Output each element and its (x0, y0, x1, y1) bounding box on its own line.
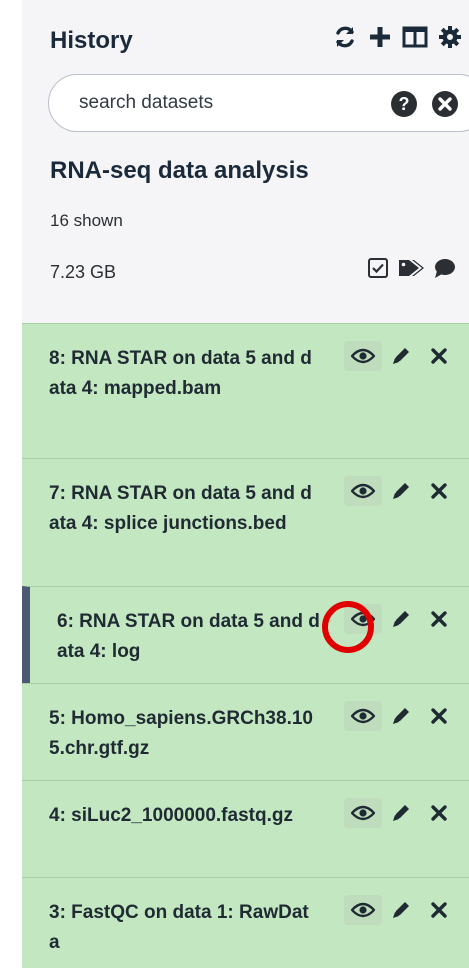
refresh-icon[interactable] (332, 24, 358, 50)
eye-icon[interactable] (344, 701, 382, 731)
eye-icon[interactable] (344, 895, 382, 925)
checkbox-icon[interactable] (367, 257, 389, 284)
dataset-item[interactable]: 3: FastQC on data 1: RawData (22, 877, 469, 968)
dataset-title[interactable]: 5: Homo_sapiens.GRCh38.105.chr.gtf.gz (49, 704, 319, 764)
dataset-item-active[interactable]: 6: RNA STAR on data 5 and data 4: log (22, 586, 469, 683)
eye-icon[interactable] (344, 798, 382, 828)
dataset-item[interactable]: 8: RNA STAR on data 5 and data 4: mapped… (22, 323, 469, 458)
delete-icon[interactable] (420, 798, 458, 828)
dataset-item[interactable]: 7: RNA STAR on data 5 and data 4: splice… (22, 458, 469, 586)
search-input[interactable]: search datasets (79, 92, 213, 114)
history-tools (367, 257, 455, 284)
left-edge (0, 0, 22, 968)
gear-icon[interactable] (438, 25, 462, 49)
dataset-title[interactable]: 3: FastQC on data 1: RawData (49, 898, 319, 958)
plus-icon[interactable] (368, 25, 392, 49)
eye-icon[interactable] (344, 476, 382, 506)
dataset-title[interactable]: 8: RNA STAR on data 5 and data 4: mapped… (49, 344, 319, 404)
delete-icon[interactable] (420, 476, 458, 506)
delete-icon[interactable] (420, 604, 458, 634)
pencil-icon[interactable] (382, 476, 420, 506)
delete-icon[interactable] (420, 701, 458, 731)
comment-icon[interactable] (433, 257, 455, 284)
dataset-actions (344, 701, 458, 731)
dataset-item[interactable]: 5: Homo_sapiens.GRCh38.105.chr.gtf.gz (22, 683, 469, 780)
search-box[interactable]: search datasets ? (48, 74, 469, 132)
dataset-actions (344, 895, 458, 925)
columns-icon[interactable] (402, 25, 428, 49)
history-size: 7.23 GB (50, 262, 117, 282)
panel-title: History (50, 27, 133, 54)
delete-icon[interactable] (420, 895, 458, 925)
dataset-item[interactable]: 4: siLuc2_1000000.fastq.gz (22, 780, 469, 877)
history-name[interactable]: RNA-seq data analysis (50, 157, 309, 185)
help-icon[interactable]: ? (390, 90, 418, 123)
pencil-icon[interactable] (382, 798, 420, 828)
pencil-icon[interactable] (382, 604, 420, 634)
dataset-actions (344, 476, 458, 506)
dataset-title[interactable]: 6: RNA STAR on data 5 and data 4: log (57, 607, 327, 667)
svg-text:?: ? (399, 94, 410, 114)
highlight-circle (322, 601, 374, 653)
shown-count[interactable]: 16 shown (50, 211, 123, 231)
pencil-icon[interactable] (382, 895, 420, 925)
eye-icon[interactable] (344, 341, 382, 371)
dataset-title[interactable]: 7: RNA STAR on data 5 and data 4: splice… (49, 479, 319, 539)
pencil-icon[interactable] (382, 341, 420, 371)
pencil-icon[interactable] (382, 701, 420, 731)
clear-icon[interactable] (431, 90, 459, 123)
history-panel: History search datasets ? RNA-seq data a… (22, 0, 469, 968)
dataset-actions (344, 798, 458, 828)
dataset-actions (344, 341, 458, 371)
tags-icon[interactable] (397, 257, 425, 284)
dataset-title[interactable]: 4: siLuc2_1000000.fastq.gz (49, 801, 319, 831)
header-actions (332, 24, 462, 50)
delete-icon[interactable] (420, 341, 458, 371)
